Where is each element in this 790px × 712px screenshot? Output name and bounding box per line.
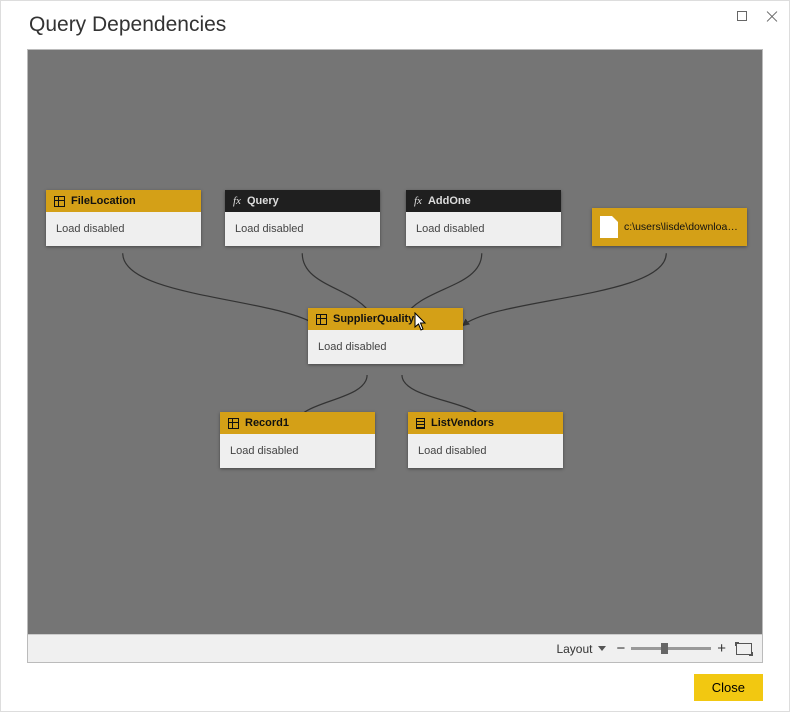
file-icon <box>600 216 618 238</box>
zoom-out-button[interactable]: − <box>616 640 625 657</box>
list-icon <box>416 418 425 429</box>
node-label: ListVendors <box>431 417 494 429</box>
node-label: AddOne <box>428 195 471 207</box>
canvas-frame: FileLocation Load disabled fx Query Load… <box>27 49 763 663</box>
canvas-statusbar: Layout − + <box>28 634 762 662</box>
zoom-slider[interactable] <box>631 647 711 650</box>
node-header: fx AddOne <box>406 190 561 212</box>
fx-icon: fx <box>414 196 422 207</box>
dialog-title: Query Dependencies <box>29 13 226 37</box>
node-header: Record1 <box>220 412 375 434</box>
table-icon <box>228 418 239 429</box>
node-file-source[interactable]: c:\users\lisde\downloads... <box>592 208 747 246</box>
table-icon <box>54 196 65 207</box>
node-status: Load disabled <box>408 434 563 468</box>
zoom-fit-button[interactable] <box>736 643 752 655</box>
chevron-down-icon <box>598 646 606 651</box>
node-status: Load disabled <box>308 330 463 364</box>
dialog-footer: Close <box>1 663 789 711</box>
node-header: c:\users\lisde\downloads... <box>592 208 747 246</box>
node-file-location[interactable]: FileLocation Load disabled <box>46 190 201 246</box>
dialog-query-dependencies: Query Dependencies <box>0 0 790 712</box>
node-query[interactable]: fx Query Load disabled <box>225 190 380 246</box>
node-record1[interactable]: Record1 Load disabled <box>220 412 375 468</box>
node-label: c:\users\lisde\downloads... <box>624 221 739 233</box>
zoom-in-button[interactable]: + <box>717 640 726 657</box>
layout-dropdown[interactable]: Layout <box>556 642 606 656</box>
layout-label: Layout <box>556 642 592 656</box>
dialog-titlebar: Query Dependencies <box>1 1 789 49</box>
node-label: Record1 <box>245 417 289 429</box>
node-header: ListVendors <box>408 412 563 434</box>
fx-icon: fx <box>233 196 241 207</box>
node-status: Load disabled <box>220 434 375 468</box>
node-status: Load disabled <box>46 212 201 246</box>
dependency-canvas[interactable]: FileLocation Load disabled fx Query Load… <box>28 50 762 634</box>
node-list-vendors[interactable]: ListVendors Load disabled <box>408 412 563 468</box>
node-label: Query <box>247 195 279 207</box>
node-label: SupplierQuality <box>333 313 414 325</box>
node-header: FileLocation <box>46 190 201 212</box>
table-icon <box>316 314 327 325</box>
close-button[interactable]: Close <box>694 674 763 701</box>
window-maximize-button[interactable] <box>731 5 753 27</box>
zoom-controls: − + <box>616 640 726 657</box>
node-label: FileLocation <box>71 195 136 207</box>
node-header: SupplierQuality <box>308 308 463 330</box>
node-header: fx Query <box>225 190 380 212</box>
node-supplier-quality[interactable]: SupplierQuality Load disabled <box>308 308 463 364</box>
node-add-one[interactable]: fx AddOne Load disabled <box>406 190 561 246</box>
node-status: Load disabled <box>406 212 561 246</box>
window-close-button[interactable] <box>761 5 783 27</box>
window-controls <box>731 5 783 27</box>
node-status: Load disabled <box>225 212 380 246</box>
